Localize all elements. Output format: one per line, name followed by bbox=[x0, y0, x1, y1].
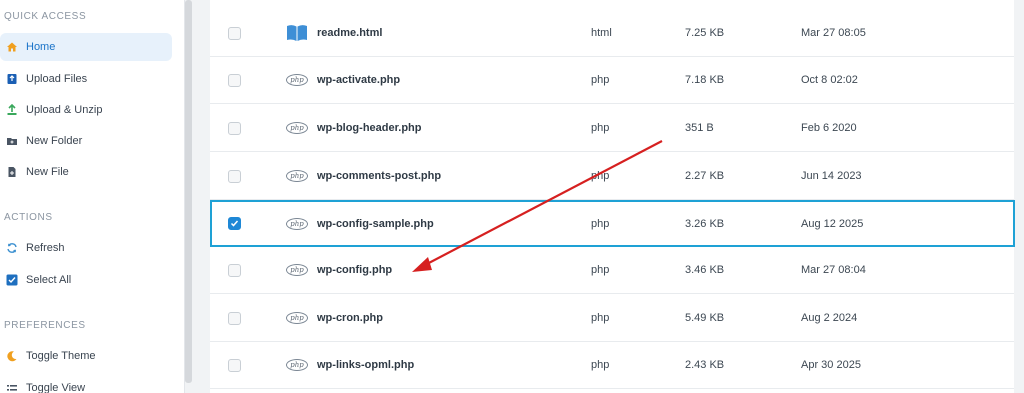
nav-refresh-label: Refresh bbox=[26, 242, 65, 254]
row-checkbox[interactable] bbox=[228, 311, 241, 325]
nav-upload-unzip-label: Upload & Unzip bbox=[26, 104, 103, 116]
php-icon: php bbox=[286, 264, 308, 276]
file-size: 5.49 KB bbox=[685, 312, 725, 324]
quick-access-header: QUICK ACCESS bbox=[4, 11, 87, 22]
nav-toggle-theme[interactable]: Toggle Theme bbox=[0, 342, 172, 370]
file-type: php bbox=[591, 312, 610, 324]
php-icon: php bbox=[286, 312, 308, 324]
php-icon: php bbox=[286, 74, 308, 86]
file-size: 351 B bbox=[685, 122, 714, 134]
sidebar-scrollbar[interactable] bbox=[185, 0, 192, 383]
row-checkbox[interactable] bbox=[228, 121, 241, 135]
upload-unzip-icon bbox=[6, 104, 18, 116]
nav-select-all[interactable]: Select All bbox=[0, 266, 172, 294]
php-icon: php bbox=[286, 217, 308, 230]
file-type: php bbox=[591, 217, 610, 230]
nav-toggle-view[interactable]: Toggle View bbox=[0, 374, 172, 393]
nav-toggle-view-label: Toggle View bbox=[26, 382, 86, 393]
home-icon bbox=[6, 41, 18, 53]
file-list: readme.html html 7.25 KB Mar 27 08:05 ph… bbox=[210, 0, 1015, 393]
file-modified: Jun 14 2023 bbox=[801, 170, 862, 182]
php-icon: php bbox=[286, 359, 308, 371]
file-name[interactable]: wp-config.php bbox=[317, 247, 392, 293]
nav-new-folder[interactable]: New Folder bbox=[0, 127, 172, 155]
file-modified: Oct 8 02:02 bbox=[801, 74, 858, 86]
book-icon bbox=[286, 10, 308, 56]
file-name[interactable]: wp-links-opml.php bbox=[317, 342, 414, 388]
list-view-icon bbox=[6, 382, 18, 393]
file-size: 7.25 KB bbox=[685, 27, 725, 39]
file-type: php bbox=[591, 122, 610, 134]
file-size: 3.46 KB bbox=[685, 264, 725, 276]
row-checkbox[interactable] bbox=[228, 26, 241, 40]
nav-select-all-label: Select All bbox=[26, 274, 72, 286]
table-row[interactable]: php wp-activate.php php 7.18 KB Oct 8 02… bbox=[210, 57, 1014, 104]
file-size: 7.18 KB bbox=[685, 74, 725, 86]
table-row[interactable]: php wp-cron.php php 5.49 KB Aug 2 2024 bbox=[210, 295, 1014, 342]
file-type: php bbox=[591, 264, 610, 276]
nav-toggle-theme-label: Toggle Theme bbox=[26, 350, 96, 362]
row-checkbox[interactable] bbox=[228, 358, 241, 372]
table-row[interactable]: php wp-comments-post.php php 2.27 KB Jun… bbox=[210, 153, 1014, 200]
file-size: 2.43 KB bbox=[685, 359, 725, 371]
file-name[interactable]: readme.html bbox=[317, 10, 382, 56]
file-size: 2.27 KB bbox=[685, 170, 725, 182]
file-modified: Apr 30 2025 bbox=[801, 359, 861, 371]
table-row[interactable]: php wp-links-opml.php php 2.43 KB Apr 30… bbox=[210, 342, 1014, 389]
refresh-icon bbox=[6, 242, 18, 254]
file-name[interactable]: wp-comments-post.php bbox=[317, 153, 441, 199]
php-icon: php bbox=[286, 122, 308, 134]
preferences-header: PREFERENCES bbox=[4, 320, 86, 331]
nav-home-label: Home bbox=[26, 41, 56, 53]
table-row[interactable]: php wp-blog-header.php php 351 B Feb 6 2… bbox=[210, 105, 1014, 152]
file-type: php bbox=[591, 170, 610, 182]
file-modified: Mar 27 08:05 bbox=[801, 27, 866, 39]
file-name[interactable]: wp-config-sample.php bbox=[317, 202, 434, 245]
nav-refresh[interactable]: Refresh bbox=[0, 234, 172, 262]
file-size: 3.26 KB bbox=[685, 217, 725, 230]
select-all-icon bbox=[6, 274, 18, 286]
upload-icon bbox=[6, 73, 18, 85]
row-checkbox[interactable] bbox=[228, 169, 241, 183]
row-checkbox-checked[interactable] bbox=[228, 217, 241, 230]
table-row-selected[interactable]: php wp-config-sample.php php 3.26 KB Aug… bbox=[210, 200, 1015, 247]
file-name[interactable]: wp-blog-header.php bbox=[317, 105, 422, 151]
nav-upload-files[interactable]: Upload Files bbox=[0, 65, 172, 93]
file-name[interactable]: wp-activate.php bbox=[317, 57, 400, 103]
nav-upload-files-label: Upload Files bbox=[26, 73, 88, 85]
new-folder-icon bbox=[6, 135, 18, 147]
row-checkbox[interactable] bbox=[228, 263, 241, 277]
file-type: php bbox=[591, 359, 610, 371]
file-modified: Mar 27 08:04 bbox=[801, 264, 866, 276]
file-modified: Aug 2 2024 bbox=[801, 312, 858, 324]
moon-icon bbox=[6, 350, 18, 362]
nav-new-file-label: New File bbox=[26, 166, 69, 178]
table-row[interactable]: php wp-config.php php 3.46 KB Mar 27 08:… bbox=[210, 247, 1014, 294]
file-name[interactable]: wp-cron.php bbox=[317, 295, 383, 341]
new-file-icon bbox=[6, 166, 18, 178]
table-row[interactable]: readme.html html 7.25 KB Mar 27 08:05 bbox=[210, 10, 1014, 57]
sidebar: QUICK ACCESS Home Upload Files Upload & … bbox=[0, 0, 185, 393]
file-type: html bbox=[591, 27, 612, 39]
file-modified: Aug 12 2025 bbox=[801, 217, 864, 230]
php-icon: php bbox=[286, 170, 308, 182]
file-modified: Feb 6 2020 bbox=[801, 122, 857, 134]
actions-header: ACTIONS bbox=[4, 212, 53, 223]
nav-new-file[interactable]: New File bbox=[0, 158, 172, 186]
nav-home[interactable]: Home bbox=[0, 33, 172, 61]
nav-new-folder-label: New Folder bbox=[26, 135, 83, 147]
file-type: php bbox=[591, 74, 610, 86]
nav-upload-unzip[interactable]: Upload & Unzip bbox=[0, 96, 172, 124]
row-checkbox[interactable] bbox=[228, 73, 241, 87]
